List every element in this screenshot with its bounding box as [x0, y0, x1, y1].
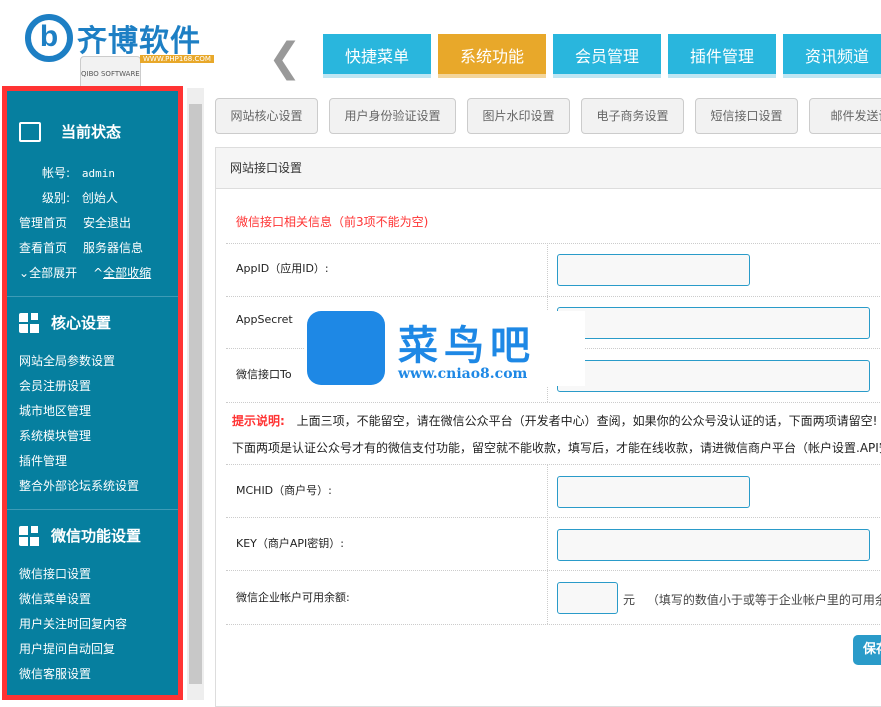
balance-label: 微信企业帐户可用余额:: [236, 591, 350, 604]
sidebar-item[interactable]: 会员注册设置: [7, 374, 178, 399]
chevron-left-icon[interactable]: ❮: [268, 36, 302, 80]
tab-members[interactable]: 会员管理: [553, 34, 661, 78]
grid-icon: [19, 313, 41, 333]
tip-text-1: 上面三项，不能留空，请在微信公众平台（开发者中心）查阅，如果你的公众号没认证的话…: [296, 414, 878, 428]
bird-logo-icon: [307, 311, 385, 385]
tip-text-2: 下面两项是认证公众号才有的微信支付功能，留空就不能收款，填写后，才能在线收款，请…: [232, 441, 881, 455]
sidebar-status: 当前状态 帐号: admin 级别: 创始人 管理首页 安全退出 查看首页 服务器信…: [7, 91, 178, 297]
tip-label: 提示说明:: [232, 414, 285, 428]
logo-url: WWW.PHP168.COM: [140, 55, 214, 63]
collapse-all-link[interactable]: ^全部收缩: [93, 261, 151, 286]
sidebar-core: 核心设置 网站全局参数设置 会员注册设置 城市地区管理 系统模块管理 插件管理 …: [7, 297, 178, 510]
sidebar-item[interactable]: 微信接口设置: [7, 562, 178, 587]
admin-home-link[interactable]: 管理首页: [19, 211, 67, 236]
level-value: 创始人: [81, 191, 118, 205]
sidebar-item[interactable]: 网站全局参数设置: [7, 349, 178, 374]
balance-hint: （填写的数值小于或等于企业帐户里的可用余额): [646, 593, 881, 607]
sidebar-item[interactable]: 用户提问自动回复: [7, 637, 178, 662]
appsecret-input[interactable]: [557, 307, 870, 339]
section-title: 当前状态: [61, 123, 122, 141]
sidebar-item[interactable]: 微信菜单设置: [7, 587, 178, 612]
scrollbar-thumb[interactable]: [189, 104, 202, 684]
save-button[interactable]: 保存: [853, 635, 881, 665]
tab-quick-menu[interactable]: 快捷菜单: [323, 34, 431, 78]
key-input[interactable]: [557, 529, 870, 561]
section-title: 微信接口相关信息（前3项不能为空): [236, 215, 429, 229]
collapse-all-label: 全部收缩: [103, 266, 152, 280]
sidebar-item[interactable]: 用户关注时回复内容: [7, 612, 178, 637]
balance-unit: 元: [623, 593, 636, 607]
sidebar-item[interactable]: 系统模块管理: [7, 424, 178, 449]
sidebar-wechat: 微信功能设置 微信接口设置 微信菜单设置 用户关注时回复内容 用户提问自动回复 …: [7, 510, 178, 695]
sidebar: 当前状态 帐号: admin 级别: 创始人 管理首页 安全退出 查看首页 服务器信…: [2, 86, 183, 700]
key-label: KEY（商户API密钥）:: [236, 537, 344, 550]
subtab-sms[interactable]: 短信接口设置: [695, 98, 798, 134]
mchid-label: MCHID（商户号）:: [236, 484, 332, 497]
sidebar-item[interactable]: 整合外部论坛系统设置: [7, 474, 178, 499]
grid-icon: [19, 526, 41, 546]
view-home-link[interactable]: 查看首页: [19, 236, 67, 261]
tab-news[interactable]: 资讯频道: [783, 34, 881, 78]
mchid-input[interactable]: [557, 476, 750, 508]
section-title: 微信功能设置: [51, 527, 142, 545]
logo: b 齐博软件 QIBO SOFTWARE WWW.PHP168.COM: [25, 14, 220, 92]
account-label: 帐号:: [42, 166, 71, 180]
subtab-auth[interactable]: 用户身份验证设置: [329, 98, 456, 134]
sidebar-item[interactable]: 插件管理: [7, 449, 178, 474]
expand-all-link[interactable]: ⌄全部展开: [19, 261, 77, 286]
logout-link[interactable]: 安全退出: [83, 211, 131, 236]
appid-input[interactable]: [557, 254, 750, 286]
subtab-ecommerce[interactable]: 电子商务设置: [581, 98, 684, 134]
watermark-text: 菜鸟吧: [398, 322, 536, 369]
account-value: admin: [81, 167, 115, 180]
token-input[interactable]: [557, 360, 870, 392]
watermark-url: www.cniao8.com: [398, 366, 528, 382]
appid-label: AppID（应用ID）:: [236, 262, 329, 275]
tab-system[interactable]: 系统功能: [438, 34, 546, 78]
tab-plugins[interactable]: 插件管理: [668, 34, 776, 78]
section-title: 核心设置: [51, 314, 112, 332]
logo-mark-icon: b: [25, 14, 73, 62]
sidebar-item[interactable]: 城市地区管理: [7, 399, 178, 424]
subtab-core[interactable]: 网站核心设置: [215, 98, 318, 134]
server-info-link[interactable]: 服务器信息: [83, 236, 143, 261]
token-label: 微信接口To: [236, 368, 292, 381]
monitor-icon: [19, 122, 41, 142]
balance-input[interactable]: [557, 582, 618, 614]
level-label: 级别:: [42, 191, 71, 205]
logo-name: 齐博软件: [77, 24, 201, 59]
watermark: 菜鸟吧 www.cniao8.com: [305, 311, 585, 386]
appsecret-label: AppSecret: [236, 313, 293, 326]
expand-all-label: 全部展开: [29, 266, 78, 280]
sidebar-item[interactable]: 微信客服设置: [7, 662, 178, 687]
subtab-email[interactable]: 邮件发送设: [809, 98, 881, 134]
panel-title: 网站接口设置: [216, 148, 881, 189]
subtab-watermark[interactable]: 图片水印设置: [467, 98, 570, 134]
